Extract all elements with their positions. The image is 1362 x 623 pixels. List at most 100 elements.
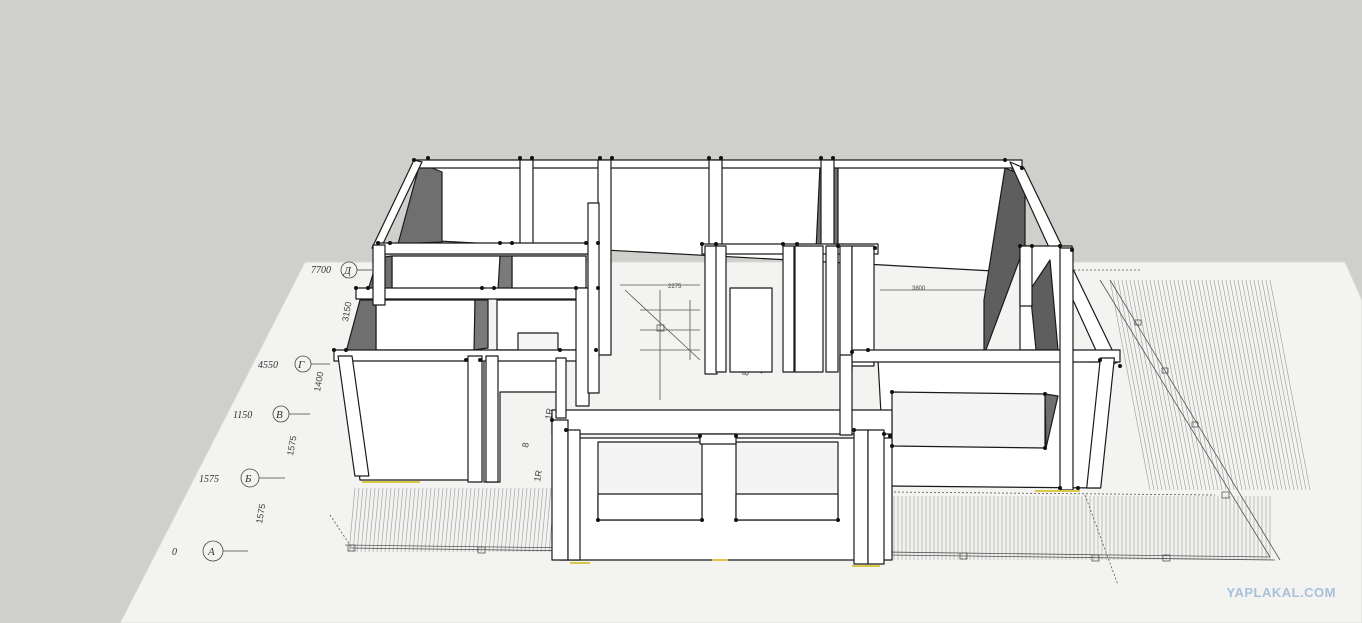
cross-beam (355, 287, 597, 300)
vertex-dot (850, 350, 854, 354)
level-label: 1150 (233, 410, 252, 421)
vertex-dot (698, 434, 702, 438)
column (708, 159, 723, 251)
vertex-dot (781, 242, 785, 246)
vertex-dot (836, 244, 840, 248)
vertex-dot (518, 156, 522, 160)
column (839, 354, 853, 436)
vertex-dot (464, 358, 468, 362)
vertex-dot (836, 518, 840, 522)
axis-letter: А (207, 546, 215, 558)
vertex-dot (478, 358, 482, 362)
back-wall-shadow-left (397, 162, 443, 245)
vertex-dot (831, 156, 835, 160)
vertex-dot (1098, 358, 1102, 362)
column (853, 429, 869, 565)
vertex-dot (1058, 486, 1062, 490)
sketchup-viewport[interactable]: 7700 4550 1150 1575 0 Д Г В Б А 3150 140… (0, 0, 1362, 623)
model-scene[interactable]: 7700 4550 1150 1575 0 Д Г В Б А 3150 140… (0, 0, 1362, 623)
window-opening (891, 391, 1046, 449)
vertex-dot (888, 434, 892, 438)
vertex-dot (719, 156, 723, 160)
axis-letter: В (276, 409, 283, 421)
column (485, 355, 499, 483)
column (715, 245, 727, 373)
column (825, 245, 839, 373)
vertex-dot (412, 158, 416, 162)
vertex-dot (354, 286, 358, 290)
vertex-dot (564, 428, 568, 432)
room-wall-shadow (497, 255, 513, 291)
level-label: 4550 (258, 360, 278, 371)
column (851, 245, 875, 367)
vertex-dot (700, 518, 704, 522)
vertex-dot (550, 418, 554, 422)
vertex-dot (734, 434, 738, 438)
column (839, 245, 853, 373)
column (551, 419, 569, 561)
vertex-dot (1043, 446, 1047, 450)
column (794, 245, 824, 373)
cross-beam (377, 242, 599, 255)
column (1019, 245, 1033, 307)
room-mark: 1R (532, 469, 544, 483)
vertex-dot (1020, 166, 1024, 170)
vertex-dot (852, 428, 856, 432)
vertex-dot (610, 156, 614, 160)
window-sill (597, 493, 703, 521)
column (587, 202, 600, 394)
doorway (517, 332, 559, 352)
column (519, 159, 534, 246)
axis-letter: Д (343, 265, 352, 277)
vertex-dot (594, 348, 598, 352)
room-wall-face (375, 299, 476, 351)
vertex-dot (426, 156, 430, 160)
vertex-dot (866, 348, 870, 352)
vertex-dot (882, 432, 886, 436)
column (372, 244, 386, 306)
level-label: 0 (172, 547, 177, 558)
vertex-dot (596, 286, 600, 290)
vertex-dot (598, 156, 602, 160)
column (555, 357, 567, 419)
vertex-dot (344, 348, 348, 352)
vertex-dot (734, 518, 738, 522)
level-label: 7700 (311, 265, 331, 276)
vertex-dot (480, 286, 484, 290)
vertex-dot (1076, 486, 1080, 490)
cross-beam (851, 349, 1121, 363)
vertex-dot (332, 348, 336, 352)
vertex-dot (1118, 364, 1122, 368)
vertex-dot (1003, 158, 1007, 162)
room-wall-shadow (473, 299, 489, 351)
vertex-dot (498, 241, 502, 245)
column (782, 245, 795, 373)
column (1059, 247, 1074, 491)
vertex-dot (584, 241, 588, 245)
vertex-dot (1018, 244, 1022, 248)
dimension-label: 2275 (668, 284, 682, 290)
vertex-dot (1058, 244, 1062, 248)
vertex-dot (574, 286, 578, 290)
vertex-dot (596, 518, 600, 522)
vertex-dot (1030, 244, 1034, 248)
vertex-dot (596, 241, 600, 245)
column (820, 159, 835, 251)
vertex-dot (700, 242, 704, 246)
vertex-dot (795, 242, 799, 246)
vertex-dot (388, 241, 392, 245)
vertex-dot (873, 246, 877, 250)
column (575, 287, 590, 407)
axis-letter: Б (244, 473, 252, 485)
column (867, 429, 885, 565)
vertex-dot (558, 348, 562, 352)
vertex-dot (707, 156, 711, 160)
vertex-dot (1043, 392, 1047, 396)
vertex-dot (890, 390, 894, 394)
vertex-dot (510, 241, 514, 245)
room-wall-face (391, 255, 501, 291)
room-wall-face (729, 287, 773, 373)
column (567, 429, 581, 561)
column (699, 433, 737, 445)
vertex-dot (376, 241, 380, 245)
